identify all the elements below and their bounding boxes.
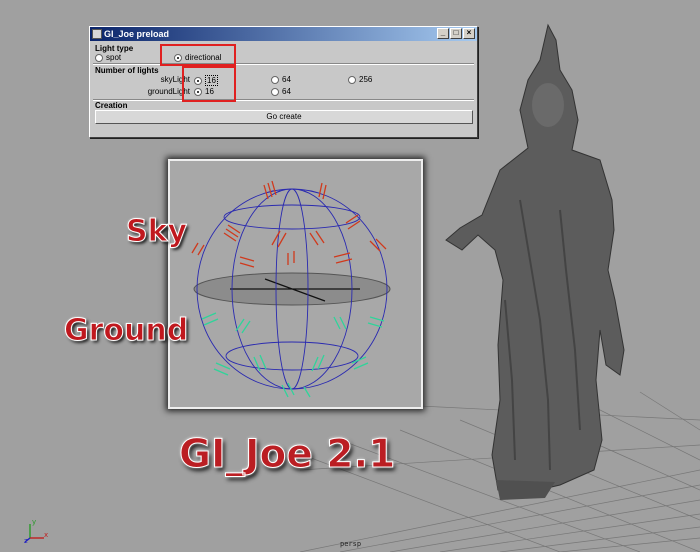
skylight-256-label: 256	[359, 75, 373, 84]
window-title: GI_Joe preload	[104, 29, 170, 39]
skylight-64[interactable]: 64	[271, 75, 291, 84]
number-of-lights-heading: Number of lights	[95, 66, 159, 75]
highlight-directional	[160, 44, 236, 66]
light-sphere-preview	[168, 159, 423, 409]
axis-y-label: y	[32, 518, 36, 526]
light-type-spot[interactable]: spot	[95, 53, 121, 62]
axis-z-label: z	[24, 537, 28, 544]
radio-skylight-256[interactable]	[348, 75, 356, 84]
go-create-button[interactable]: Go create	[95, 110, 473, 124]
ground-label: Ground	[63, 313, 189, 349]
groundlight-64[interactable]: 64	[271, 87, 291, 96]
sky-label: Sky	[125, 214, 188, 250]
radio-groundlight-64[interactable]	[271, 87, 279, 96]
radio-skylight-64[interactable]	[271, 75, 279, 84]
maya-app-icon	[92, 29, 102, 39]
spot-label: spot	[106, 53, 122, 62]
skylight-256[interactable]: 256	[348, 75, 372, 84]
axis-x-label: x	[44, 531, 48, 539]
light-type-heading: Light type	[95, 44, 134, 53]
minimize-button[interactable]: _	[437, 28, 449, 39]
sky-lights	[191, 180, 387, 268]
close-button[interactable]: ×	[463, 28, 475, 39]
camera-label: persp	[340, 540, 362, 548]
creation-heading: Creation	[95, 101, 128, 110]
axis-indicator: y x z	[24, 518, 48, 544]
window-titlebar[interactable]: GI_Joe preload _ □ ×	[90, 27, 477, 41]
ground-lights	[201, 312, 385, 398]
skylight-64-label: 64	[282, 75, 291, 84]
maximize-button[interactable]: □	[450, 28, 462, 39]
divider	[93, 99, 474, 101]
product-title: GI_Joe 2.1	[178, 432, 396, 478]
gi-joe-preload-window: GI_Joe preload _ □ × Light type spot dir…	[89, 26, 478, 138]
sphere-rig	[191, 180, 391, 398]
radio-spot[interactable]	[95, 53, 103, 62]
groundlight-64-label: 64	[282, 87, 291, 96]
divider	[93, 63, 474, 65]
highlight-sixteen	[182, 66, 236, 102]
